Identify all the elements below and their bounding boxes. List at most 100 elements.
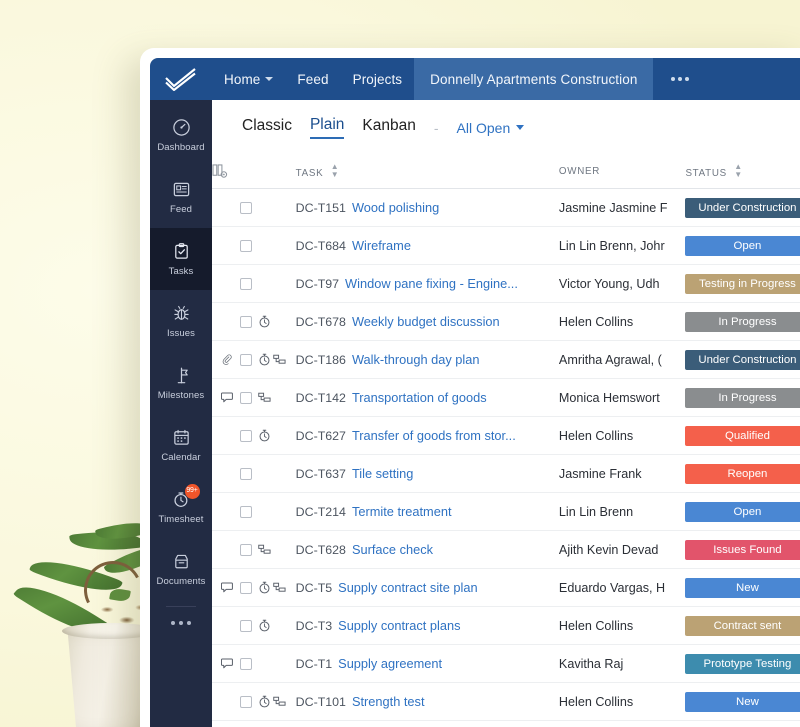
table-row[interactable]: DC-T142 Transportation of goods Monica Hem…: [212, 378, 800, 417]
status-cell: New: [685, 568, 800, 607]
table-row[interactable]: DC-T97 Window pane fixing - Engine... Vict…: [212, 264, 800, 303]
status-cell: Under Construction: [685, 188, 800, 227]
sidebar-item-feed[interactable]: Feed: [150, 166, 212, 228]
task-name-link[interactable]: Weekly budget discussion: [352, 314, 500, 329]
status-badge[interactable]: Qualified: [685, 425, 800, 446]
row-checkbox[interactable]: [240, 391, 252, 404]
filter-dropdown[interactable]: All Open: [457, 120, 525, 136]
current-project-label: Donnelly Apartments Construction: [430, 71, 638, 87]
row-checkbox[interactable]: [240, 201, 252, 214]
sidebar-item-tasks[interactable]: Tasks: [150, 228, 212, 290]
row-checkbox[interactable]: [240, 239, 252, 252]
task-name-link[interactable]: Termite treatment: [352, 504, 452, 519]
row-checkbox[interactable]: [240, 467, 252, 480]
status-cell: Under Construction: [685, 340, 800, 379]
table-row[interactable]: DC-T637 Tile setting Jasmine Frank Reopen: [212, 454, 800, 493]
timer-icon: [259, 581, 270, 594]
nav-item-feed[interactable]: Feed: [285, 58, 340, 100]
task-name-link[interactable]: Walk-through day plan: [352, 352, 480, 367]
status-badge[interactable]: Open: [685, 501, 800, 522]
column-header-task[interactable]: TASK ▲ ▼: [295, 155, 559, 189]
nav-item-projects[interactable]: Projects: [341, 58, 415, 100]
comment-icon[interactable]: [218, 657, 236, 670]
column-header-owner[interactable]: OWNER: [558, 155, 686, 189]
owner-name: Jasmine Frank: [558, 466, 642, 481]
task-name-link[interactable]: Surface check: [352, 542, 433, 557]
view-tab-kanban[interactable]: Kanban: [362, 117, 415, 138]
table-row[interactable]: DC-T628 Surface check Ajith Kevin Devad Iss…: [212, 530, 800, 569]
status-badge[interactable]: Open: [685, 235, 800, 256]
sort-arrows-icon: ▲ ▼: [734, 162, 743, 179]
status-badge[interactable]: New: [685, 691, 800, 712]
task-name-link[interactable]: Transfer of goods from stor...: [352, 428, 516, 443]
nav-item-current-project[interactable]: Donnelly Apartments Construction: [414, 58, 654, 100]
comment-icon[interactable]: [218, 391, 236, 404]
row-checkbox[interactable]: [240, 619, 252, 632]
task-name-link[interactable]: Supply contract site plan: [338, 580, 477, 595]
table-row[interactable]: DC-T627 Transfer of goods from stor... Hel…: [212, 416, 800, 455]
sidebar-item-calendar[interactable]: Calendar: [150, 414, 212, 476]
bug-icon: [172, 304, 191, 323]
plant-pot: [67, 633, 150, 727]
view-tab-plain[interactable]: Plain: [309, 116, 345, 139]
row-checkbox[interactable]: [240, 429, 252, 442]
status-badge[interactable]: New: [685, 577, 800, 598]
sidebar-item-issues[interactable]: Issues: [150, 290, 212, 352]
subtask-icon: [258, 544, 271, 554]
status-badge[interactable]: Reopen: [685, 463, 800, 484]
table-row[interactable]: DC-T101 Strength test Helen Collins New: [212, 682, 800, 721]
ellipsis-horizontal-icon: [187, 621, 191, 625]
view-tab-classic[interactable]: Classic: [242, 117, 292, 138]
task-name-link[interactable]: Wood polishing: [352, 200, 439, 215]
sidebar-item-dashboard[interactable]: Dashboard: [150, 104, 212, 166]
status-badge[interactable]: Contract sent: [685, 615, 800, 636]
table-row[interactable]: DC-T151 Wood polishing Jasmine Jasmine F Un…: [212, 188, 800, 227]
sidebar-item-timesheet[interactable]: 99+ Timesheet: [150, 476, 212, 538]
app-logo[interactable]: [150, 58, 212, 100]
status-badge[interactable]: Prototype Testing: [685, 653, 800, 674]
topnav-more-button[interactable]: [653, 58, 707, 100]
row-checkbox[interactable]: [240, 543, 252, 556]
task-name-link[interactable]: Supply contract plans: [338, 618, 460, 633]
flag-post-icon: [172, 366, 191, 385]
row-checkbox[interactable]: [240, 581, 252, 594]
task-name-link[interactable]: Tile setting: [352, 466, 413, 481]
column-header-status[interactable]: STATUS ▲ ▼: [685, 155, 800, 189]
task-name-link[interactable]: Transportation of goods: [352, 390, 487, 405]
sidebar-item-milestones[interactable]: Milestones: [150, 352, 212, 414]
status-badge[interactable]: Under Construction: [685, 349, 800, 370]
row-checkbox[interactable]: [240, 657, 252, 670]
top-navigation-bar: Home Feed Projects Donnelly Apartments C…: [150, 58, 800, 100]
table-row[interactable]: DC-T1 Supply agreement Kavitha Raj Prototyp…: [212, 644, 800, 683]
nav-item-home[interactable]: Home: [212, 58, 285, 100]
row-checkbox[interactable]: [240, 695, 252, 708]
task-name-link[interactable]: Window pane fixing - Engine...: [345, 276, 518, 291]
sidebar-more-button[interactable]: [150, 607, 212, 625]
row-checkbox[interactable]: [240, 315, 252, 328]
status-badge[interactable]: In Progress: [685, 387, 800, 408]
status-badge[interactable]: Testing in Progress: [685, 273, 800, 294]
task-name-link[interactable]: Strength test: [352, 694, 425, 709]
comment-icon[interactable]: [218, 581, 236, 594]
view-toolbar: Classic Plain Kanban - All Open: [212, 100, 800, 155]
status-badge[interactable]: In Progress: [685, 311, 800, 332]
table-row[interactable]: DC-T214 Termite treatment Lin Lin Brenn Ope…: [212, 492, 800, 531]
task-name-link[interactable]: Supply agreement: [338, 656, 442, 671]
table-row[interactable]: DC-T678 Weekly budget discussion Helen Col…: [212, 302, 800, 341]
row-checkbox[interactable]: [240, 353, 252, 366]
nav-item-label: Projects: [352, 71, 403, 87]
column-settings-header[interactable]: [212, 155, 296, 189]
row-flags-cell: [212, 340, 296, 379]
attachment-icon[interactable]: [218, 354, 236, 366]
row-checkbox[interactable]: [240, 277, 252, 290]
task-name-link[interactable]: Wireframe: [352, 238, 411, 253]
row-checkbox[interactable]: [240, 505, 252, 518]
status-badge[interactable]: Issues Found: [685, 539, 800, 560]
table-row[interactable]: DC-T186 Walk-through day plan Amritha Agra…: [212, 340, 800, 379]
table-row[interactable]: DC-T684 Wireframe Lin Lin Brenn, Johr Open: [212, 226, 800, 265]
table-row[interactable]: DC-T5 Supply contract site plan Eduardo Va…: [212, 568, 800, 607]
status-badge[interactable]: Under Construction: [685, 197, 800, 218]
owner-name: Victor Young, Udh: [558, 276, 660, 291]
table-row[interactable]: DC-T3 Supply contract plans Helen Collins C…: [212, 606, 800, 645]
sidebar-item-documents[interactable]: Documents: [150, 538, 212, 600]
